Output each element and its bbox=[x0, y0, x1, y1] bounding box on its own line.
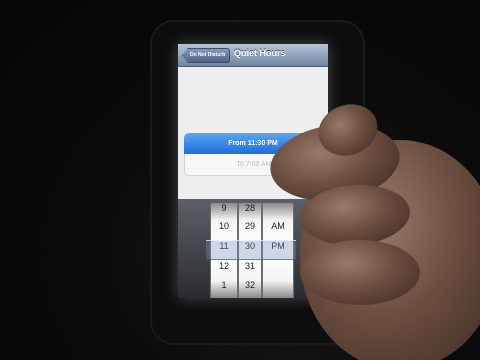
hand-finger bbox=[300, 240, 420, 305]
hour-option[interactable]: 12 bbox=[211, 261, 237, 271]
hour-option[interactable]: 10 bbox=[211, 221, 237, 231]
hour-option[interactable]: 9 bbox=[211, 203, 237, 213]
minute-option[interactable]: 29 bbox=[239, 221, 261, 231]
minute-option[interactable]: 32 bbox=[239, 280, 261, 290]
hour-option[interactable]: 1 bbox=[211, 280, 237, 290]
picker-selection-bar bbox=[206, 240, 296, 260]
page-title: Quiet Hours bbox=[234, 48, 286, 58]
photo-scene: Do Not Disturb Quiet Hours From 11:30 PM… bbox=[0, 0, 480, 360]
navigation-bar: Do Not Disturb Quiet Hours bbox=[178, 44, 328, 67]
back-button[interactable]: Do Not Disturb bbox=[182, 48, 231, 63]
am-option[interactable]: AM bbox=[263, 221, 293, 231]
minute-option[interactable]: 31 bbox=[239, 261, 261, 271]
minute-option[interactable]: 28 bbox=[239, 203, 261, 213]
